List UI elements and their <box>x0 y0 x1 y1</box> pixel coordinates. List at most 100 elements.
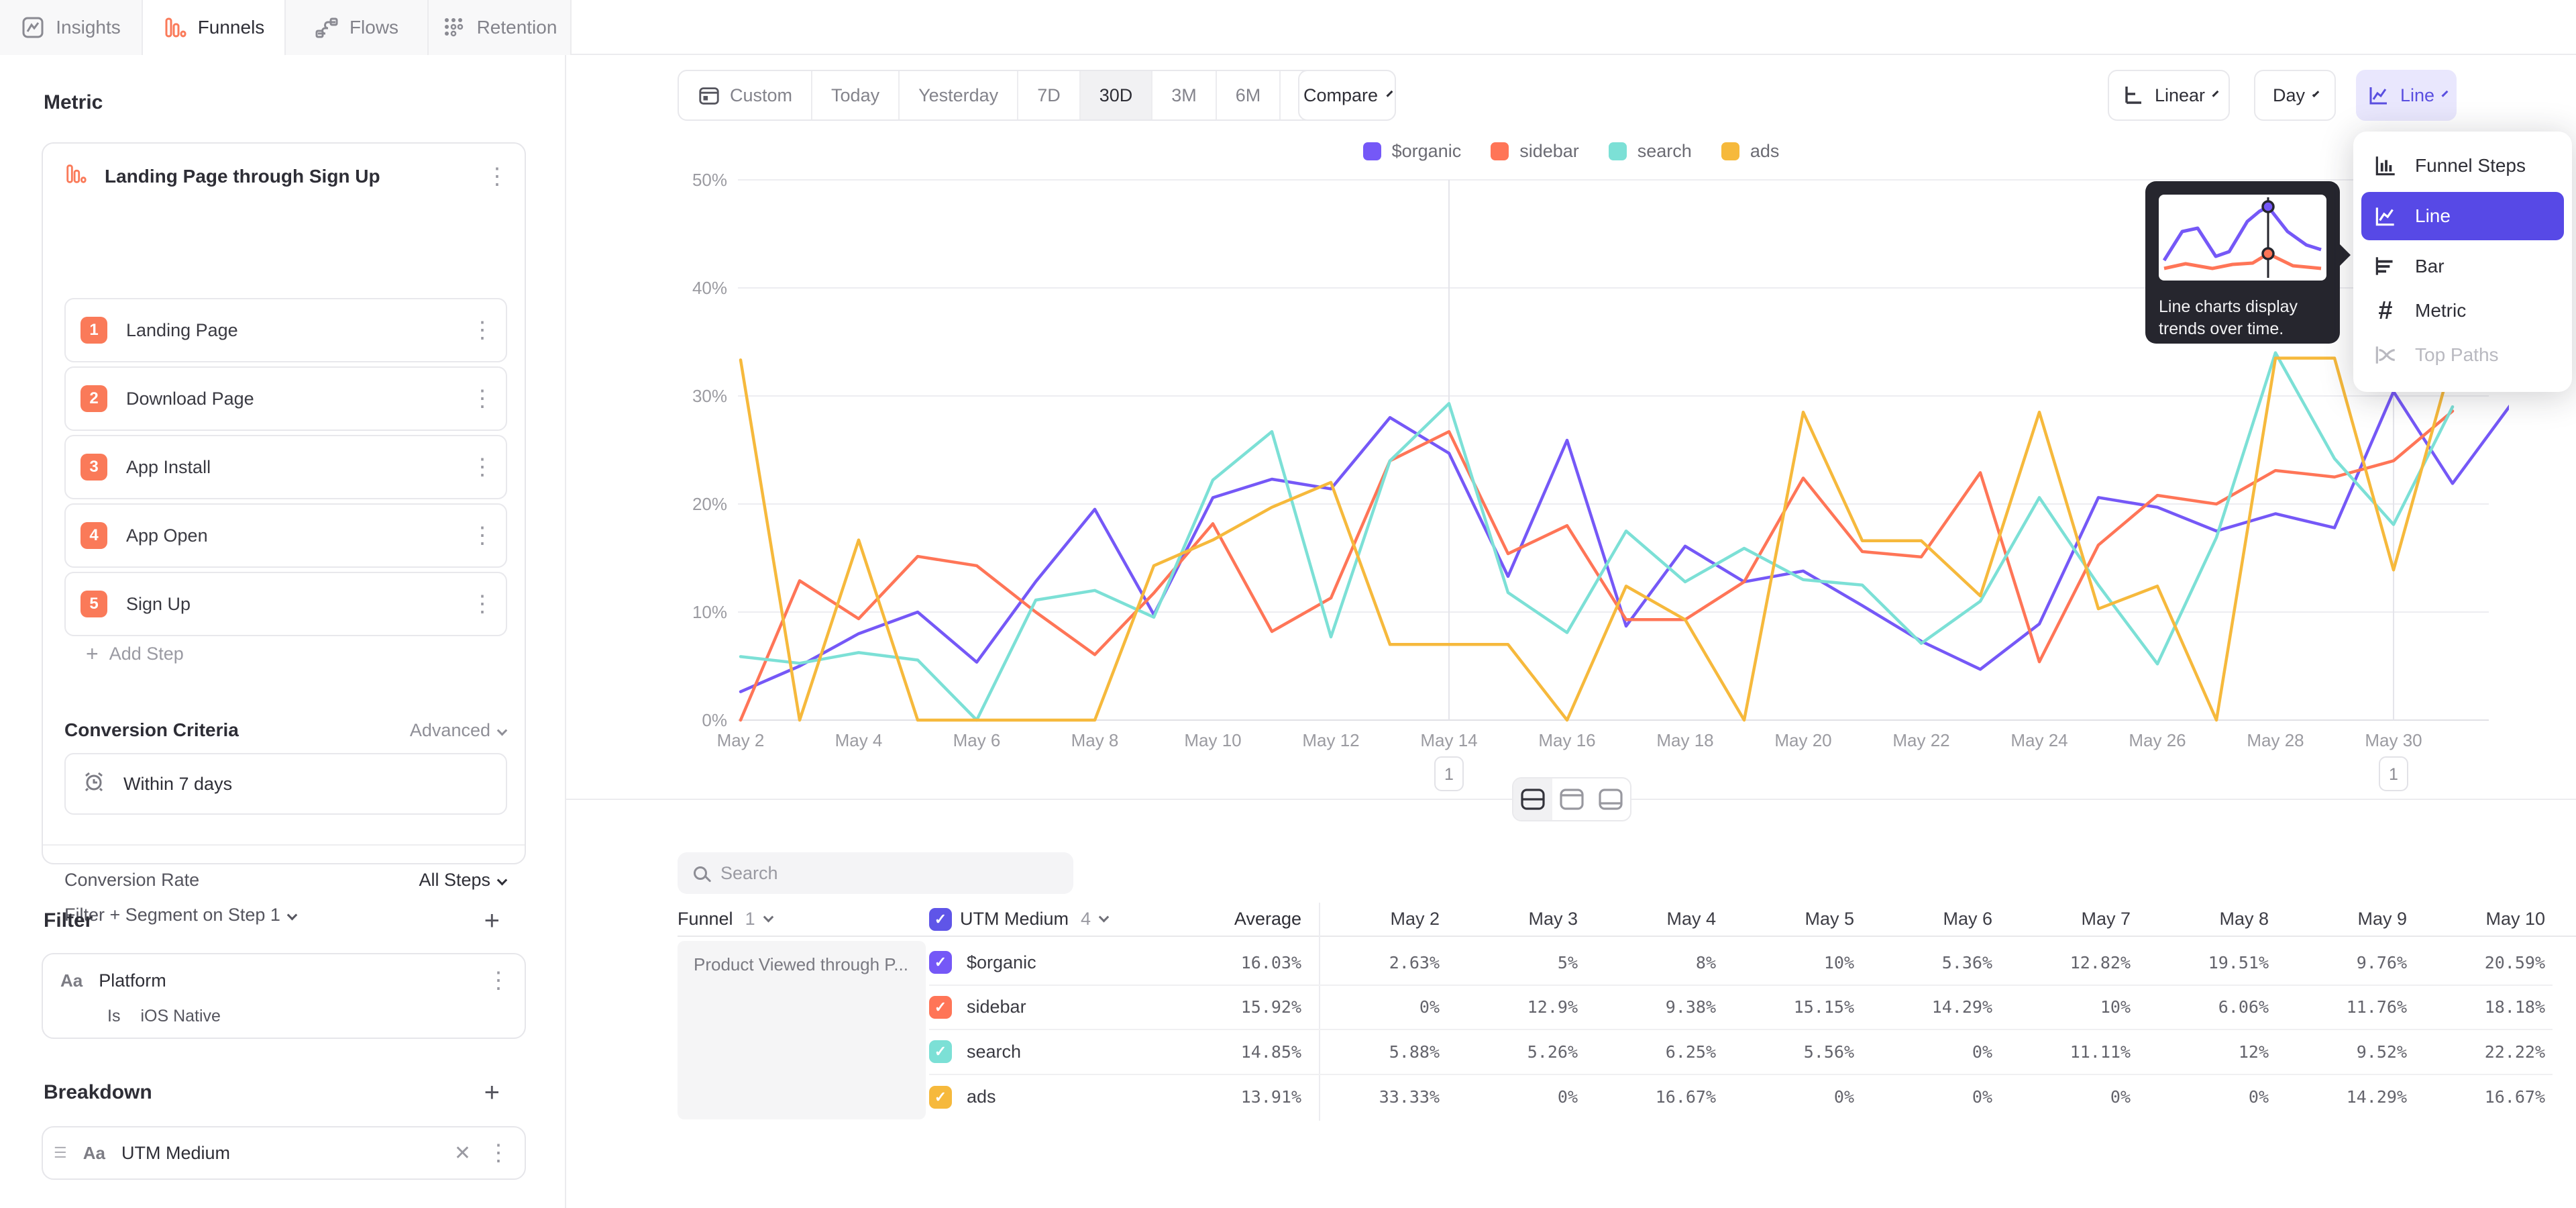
tab-funnels[interactable]: Funnels <box>143 0 286 55</box>
kebab-menu-icon[interactable]: ⋮ <box>471 387 491 410</box>
menu-item-bar[interactable]: Bar <box>2353 244 2572 289</box>
day-column-header[interactable]: May 3 <box>1440 909 1578 929</box>
line-chart-tooltip: Line charts display trends over time. <box>2145 181 2340 344</box>
series-checkbox[interactable]: ✓ <box>929 1086 952 1109</box>
kebab-menu-icon[interactable]: ⋮ <box>471 456 491 479</box>
table-row-ads[interactable]: ✓ads13.91%33.33%0%16.67%0%0%0%0%14.29%16… <box>929 1075 2553 1120</box>
add-filter-button[interactable]: + <box>484 907 500 934</box>
funnel-step-app-install[interactable]: 3 App Install ⋮ <box>64 435 507 499</box>
day-value: 11.11% <box>1992 1042 2131 1062</box>
series-checkbox[interactable]: ✓ <box>929 951 952 974</box>
menu-item-metric[interactable]: # Metric <box>2353 289 2572 333</box>
range-custom[interactable]: Custom <box>679 71 812 119</box>
day-value: 12.82% <box>1992 953 2131 972</box>
chevron-down-icon <box>2212 90 2219 97</box>
range-3m[interactable]: 3M <box>1152 71 1217 119</box>
search-input[interactable] <box>720 863 1057 884</box>
funnel-group-cell[interactable]: Product Viewed through P... <box>678 941 926 1119</box>
conversion-rate-dropdown[interactable]: All Steps <box>419 870 506 891</box>
menu-item-top-paths[interactable]: Top Paths <box>2353 333 2572 377</box>
svg-text:May 18: May 18 <box>1656 730 1713 750</box>
legend-item-search[interactable]: search <box>1609 141 1692 162</box>
day-column-header[interactable]: May 6 <box>1854 909 1992 929</box>
day-value: 11.76% <box>2269 997 2407 1017</box>
series-line-organic[interactable] <box>741 392 2509 692</box>
series-line-ads[interactable] <box>741 358 2453 720</box>
step-label: App Open <box>126 525 452 546</box>
range-7d[interactable]: 7D <box>1018 71 1081 119</box>
scale-dropdown[interactable]: Linear <box>2108 70 2230 121</box>
kebab-menu-icon[interactable]: ⋮ <box>471 319 491 342</box>
add-breakdown-button[interactable]: + <box>484 1079 500 1106</box>
table-row-sidebar[interactable]: ✓sidebar15.92%0%12.9%9.38%15.15%14.29%10… <box>929 986 2553 1031</box>
series-checkbox[interactable]: ✓ <box>929 996 952 1019</box>
menu-item-label: Top Paths <box>2415 344 2499 366</box>
range-6m[interactable]: 6M <box>1217 71 1281 119</box>
menu-item-line[interactable]: Line <box>2361 192 2564 240</box>
filter-card[interactable]: Aa Platform ⋮ Is iOS Native <box>42 953 526 1039</box>
funnel-step-landing-page[interactable]: 1 Landing Page ⋮ <box>64 298 507 362</box>
day-column-header[interactable]: May 2 <box>1301 909 1440 929</box>
granularity-dropdown[interactable]: Day <box>2254 70 2336 121</box>
average-column-header[interactable]: Average <box>1201 909 1301 929</box>
kebab-menu-icon[interactable]: ⋮ <box>471 524 491 547</box>
chart-type-dropdown[interactable]: Line <box>2356 70 2457 121</box>
close-icon[interactable]: ✕ <box>454 1142 471 1165</box>
kebab-menu-icon[interactable]: ⋮ <box>487 969 507 992</box>
funnel-step-app-open[interactable]: 4 App Open ⋮ <box>64 503 507 568</box>
conversion-window[interactable]: Within 7 days <box>64 753 507 815</box>
tooltip-mini-chart <box>2159 195 2326 281</box>
funnels-icon <box>163 15 187 40</box>
range-today[interactable]: Today <box>812 71 900 119</box>
legend-item-sidebar[interactable]: sidebar <box>1491 141 1579 162</box>
kebab-menu-icon[interactable]: ⋮ <box>471 593 491 615</box>
add-step-button[interactable]: + Add Step <box>86 642 184 666</box>
funnel-step-download-page[interactable]: 2 Download Page ⋮ <box>64 366 507 431</box>
day-column-header[interactable]: May 9 <box>2269 909 2407 929</box>
svg-text:30%: 30% <box>692 386 727 406</box>
breakdown-column-header[interactable]: ✓ UTM Medium 4 <box>929 908 1201 931</box>
tab-flows[interactable]: Flows <box>286 0 429 55</box>
day-column-header[interactable]: May 8 <box>2131 909 2269 929</box>
split-view-button[interactable] <box>1513 778 1552 820</box>
tab-label: Funnels <box>198 17 265 38</box>
svg-text:May 4: May 4 <box>835 730 883 750</box>
breakdown-card[interactable]: ☰ Aa UTM Medium ✕ ⋮ <box>42 1126 526 1180</box>
legend-swatch <box>1609 142 1627 160</box>
tab-label: Insights <box>56 17 121 38</box>
filter-heading: Filter <box>44 909 484 932</box>
legend-item-ads[interactable]: ads <box>1721 141 1780 162</box>
filter-value[interactable]: iOS Native <box>140 1007 220 1026</box>
kebab-menu-icon[interactable]: ⋮ <box>486 165 506 188</box>
svg-text:1: 1 <box>2389 765 2398 784</box>
chart-type-label: Line <box>2400 85 2434 106</box>
table-row-organic[interactable]: ✓$organic16.03%2.63%5%8%10%5.36%12.82%19… <box>929 941 2553 986</box>
bar-chart-icon <box>2372 253 2399 280</box>
drag-handle-icon[interactable]: ☰ <box>54 1144 67 1162</box>
advanced-dropdown[interactable]: Advanced <box>410 720 506 741</box>
day-column-header[interactable]: May 4 <box>1578 909 1716 929</box>
funnel-steps-icon <box>2372 152 2399 179</box>
funnel-step-sign-up[interactable]: 5 Sign Up ⋮ <box>64 572 507 636</box>
table-view-button[interactable] <box>1591 778 1630 820</box>
day-column-header[interactable]: May 7 <box>1992 909 2131 929</box>
top-paths-icon <box>2372 342 2399 368</box>
day-column-header[interactable]: May 5 <box>1716 909 1854 929</box>
chart-view-button[interactable] <box>1552 778 1591 820</box>
compare-button[interactable]: Compare <box>1298 70 1396 121</box>
tab-insights[interactable]: Insights <box>0 0 143 55</box>
tab-retention[interactable]: Retention <box>429 0 572 55</box>
day-value: 0% <box>1440 1087 1578 1107</box>
range-30d[interactable]: 30D <box>1081 71 1153 119</box>
legend-swatch <box>1363 142 1381 160</box>
filter-operator[interactable]: Is <box>107 1007 120 1026</box>
legend-item-organic[interactable]: $organic <box>1363 141 1462 162</box>
table-row-search[interactable]: ✓search14.85%5.88%5.26%6.25%5.56%0%11.11… <box>929 1030 2553 1075</box>
kebab-menu-icon[interactable]: ⋮ <box>487 1142 507 1164</box>
day-column-header[interactable]: May 10 <box>2407 909 2545 929</box>
series-checkbox[interactable]: ✓ <box>929 1040 952 1063</box>
checkbox-checked[interactable]: ✓ <box>929 908 952 931</box>
menu-item-funnel-steps[interactable]: Funnel Steps <box>2353 144 2572 188</box>
range-yesterday[interactable]: Yesterday <box>900 71 1018 119</box>
funnel-column-header[interactable]: Funnel 1 <box>678 909 929 929</box>
